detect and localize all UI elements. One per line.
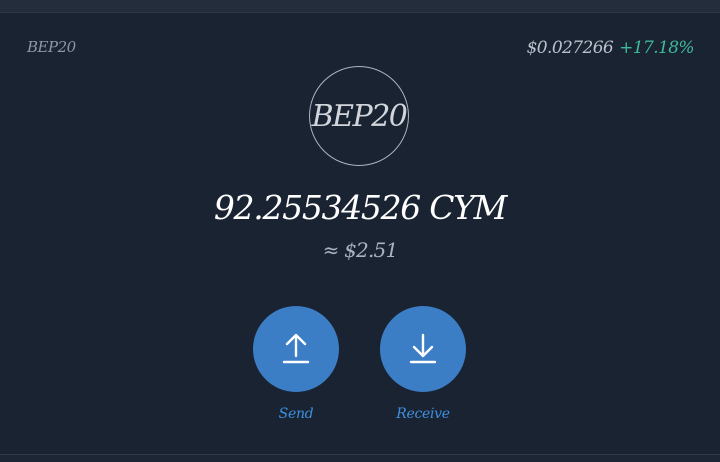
send-button[interactable] [253,306,339,392]
token-balance: 92.25534526 CYM [213,188,508,227]
fiat-value: ≈ $2.51 [322,238,399,262]
arrow-down-icon [409,333,437,364]
arrow-up-icon [282,333,310,364]
network-label: BEP20 [27,38,76,56]
send-label[interactable]: Send [253,406,339,422]
token-logo: BEP20 [309,66,409,166]
receive-label[interactable]: Receive [380,406,466,422]
top-bar [0,0,720,13]
token-price: $0.027266 [526,38,614,58]
send-action: Send [253,306,339,422]
bottom-divider [0,454,720,462]
price-change: +17.18% [619,38,694,58]
receive-action: Receive [380,306,466,422]
price-ticker: $0.027266 +17.18% [526,38,695,58]
token-logo-text: BEP20 [311,98,408,134]
receive-button[interactable] [380,306,466,392]
